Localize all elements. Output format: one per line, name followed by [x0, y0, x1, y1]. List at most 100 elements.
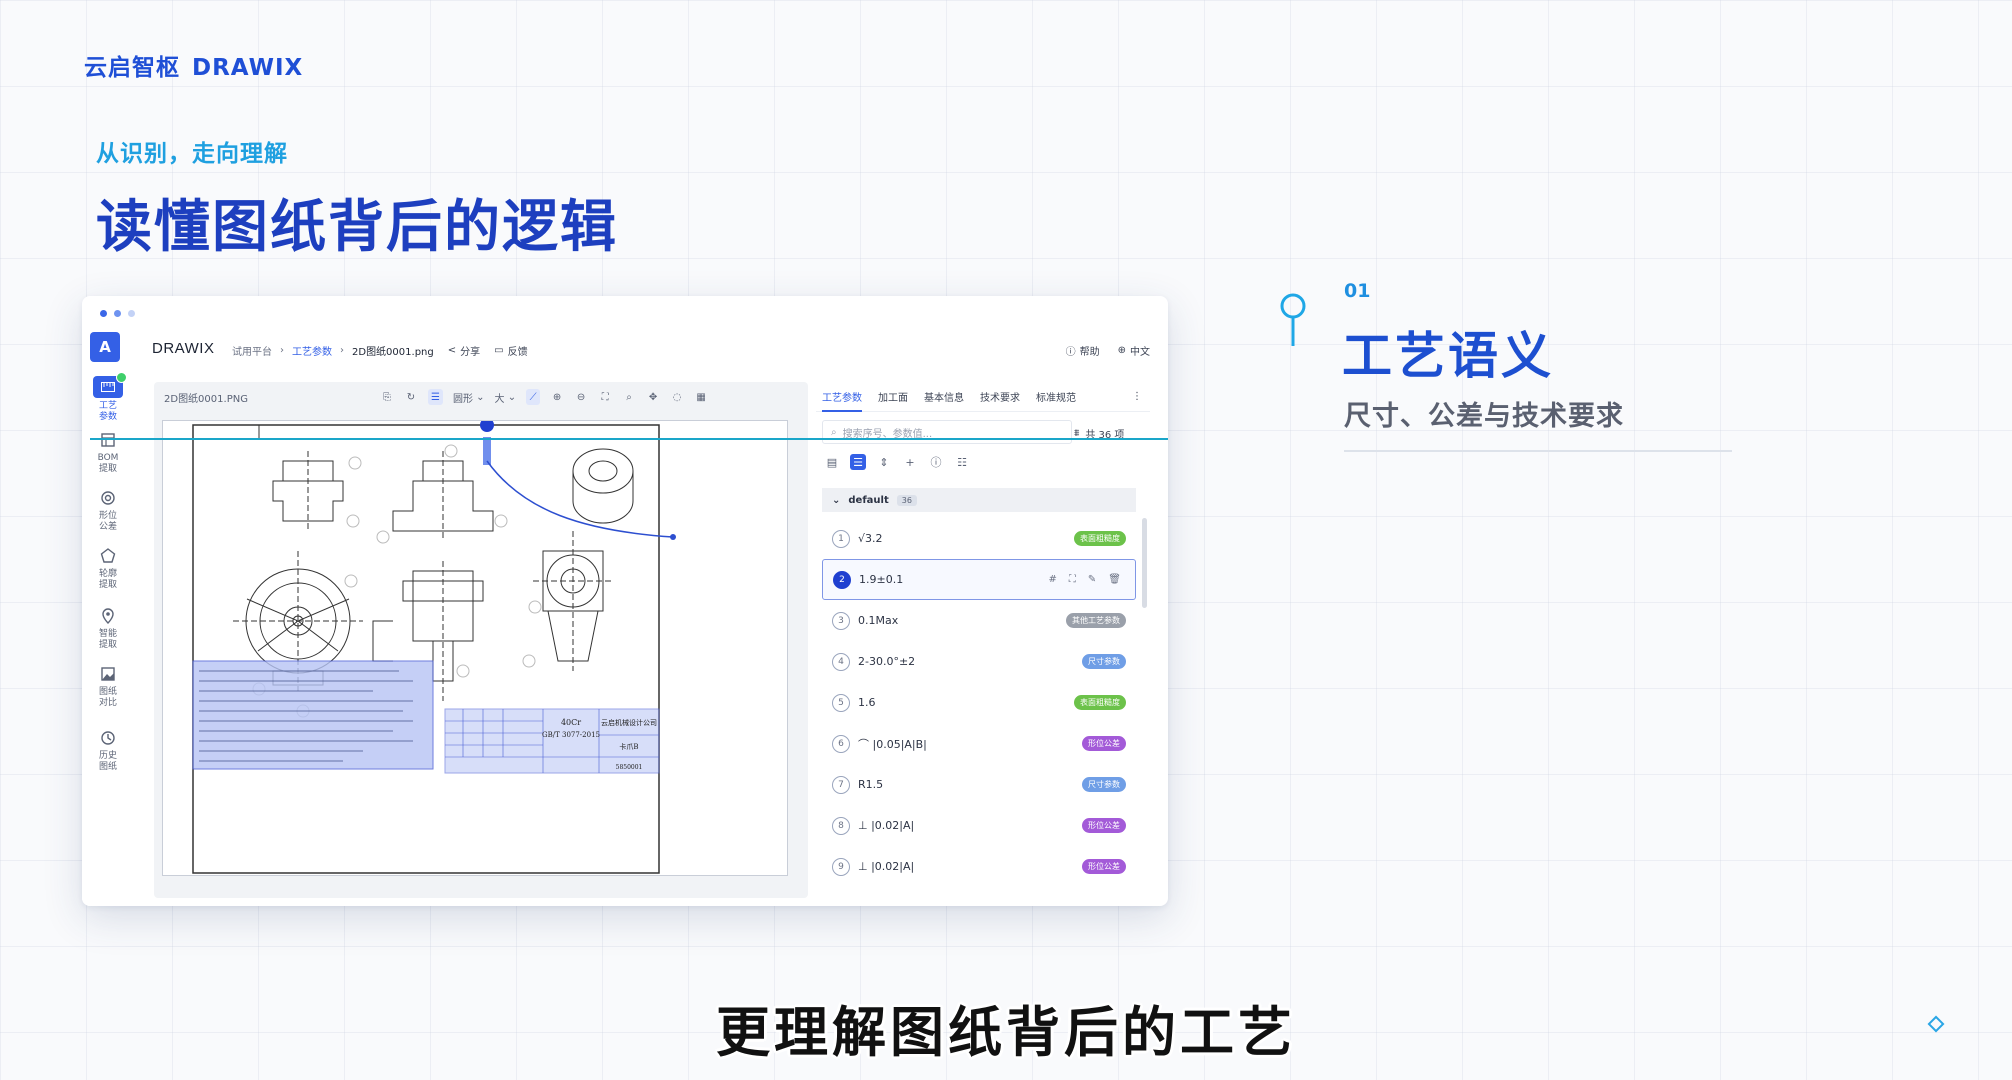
- list-item[interactable]: 9 ⊥ |0.02|A| 形位公差: [822, 846, 1136, 887]
- fit-icon[interactable]: ⛶: [598, 389, 612, 405]
- help-icon: ⓘ: [1065, 347, 1076, 358]
- sidebar-item-bom[interactable]: BOM 提取: [84, 430, 132, 475]
- list-item-selected[interactable]: 2 1.9±0.1 # ⛶ ✎ 🗑: [822, 559, 1136, 600]
- add-icon[interactable]: +: [902, 454, 918, 470]
- item-tag: 表面粗糙度: [1074, 531, 1126, 546]
- tab-standards[interactable]: 标准规范: [1036, 389, 1076, 404]
- brand-logo: 云启智枢 DRAWIX: [84, 48, 303, 82]
- sidebar-label-6a: 图纸: [98, 687, 117, 697]
- sidebar-label-3a: 形位: [98, 511, 117, 521]
- more-icon[interactable]: ⋮: [1132, 391, 1142, 402]
- tab-tech-requirements[interactable]: 技术要求: [980, 389, 1020, 404]
- tab-process-params[interactable]: 工艺参数: [822, 389, 862, 412]
- item-value: 0.1Max: [858, 614, 899, 627]
- item-value: R1.5: [858, 778, 884, 791]
- grid-icon[interactable]: ▦: [694, 389, 708, 405]
- zoom-out-icon[interactable]: ⊖: [574, 389, 588, 405]
- tab-basic-info[interactable]: 基本信息: [924, 389, 964, 404]
- feedback-icon: ▭: [494, 345, 504, 356]
- list-item[interactable]: 7 R1.5 尺寸参数: [822, 764, 1136, 805]
- list-item[interactable]: 4 2-30.0°±2 尺寸参数: [822, 641, 1136, 682]
- list-item[interactable]: 1 √3.2 表面粗糙度: [822, 518, 1136, 559]
- item-value: 1.9±0.1: [859, 573, 904, 586]
- list-view-icon[interactable]: ☰: [850, 454, 866, 470]
- breadcrumb-trial[interactable]: 试用平台: [232, 343, 272, 358]
- edit-icon[interactable]: ✎: [1088, 574, 1096, 585]
- list-item[interactable]: 5 1.6 表面粗糙度: [822, 682, 1136, 723]
- feedback-button[interactable]: ▭ 反馈: [494, 343, 527, 358]
- globe-icon: ⊕: [1117, 345, 1126, 356]
- item-value: ⊥ |0.02|A|: [858, 819, 915, 832]
- window-dots: [100, 310, 135, 317]
- item-value: 1.6: [858, 696, 876, 709]
- language-button[interactable]: ⊕ 中文: [1118, 343, 1150, 358]
- delete-icon[interactable]: 🗑: [1108, 574, 1121, 585]
- breadcrumb-process[interactable]: 工艺参数: [292, 343, 332, 358]
- collapse-icon[interactable]: ⇕: [876, 454, 892, 470]
- sidebar-item-compare[interactable]: 图纸 对比: [84, 664, 132, 709]
- list-item[interactable]: 3 0.1Max 其他工艺参数: [822, 600, 1136, 641]
- zoom-in-icon[interactable]: ⊕: [550, 389, 564, 405]
- sidebar-label-7a: 历史: [98, 751, 117, 761]
- language-label: 中文: [1130, 347, 1150, 358]
- list-view-icon[interactable]: ☰: [428, 389, 443, 405]
- group-header-default[interactable]: ⌄ default 36: [822, 488, 1136, 512]
- refresh-icon[interactable]: ↻: [404, 389, 418, 405]
- headline: 读懂图纸背后的逻辑: [96, 195, 618, 260]
- move-icon[interactable]: ✥: [646, 389, 660, 405]
- search-icon[interactable]: ⌕: [622, 389, 636, 405]
- list-item[interactable]: 6 ⌒ |0.05|A|B| 形位公差: [822, 723, 1136, 764]
- lasso-icon[interactable]: ◌: [670, 389, 684, 405]
- title-block-company: 云启机械设计公司: [601, 718, 657, 727]
- item-tag: 形位公差: [1082, 736, 1126, 751]
- shape-select[interactable]: 圆形 ⌄: [453, 389, 485, 405]
- item-number: 2: [833, 570, 851, 589]
- section-title: 工艺语义: [1342, 327, 1554, 385]
- title-block-drawing-no: 5850001: [616, 764, 643, 771]
- app-logo[interactable]: A: [90, 332, 120, 362]
- tab-machined-surface[interactable]: 加工面: [878, 389, 908, 404]
- list-item[interactable]: 8 ⊥ |0.02|A| 形位公差: [822, 805, 1136, 846]
- window-dot-2: [114, 310, 121, 317]
- hash-icon[interactable]: #: [1049, 574, 1057, 585]
- item-tag: 尺寸参数: [1082, 777, 1126, 792]
- table-icon: [101, 433, 115, 447]
- share-button[interactable]: < 分享: [448, 343, 480, 358]
- brand-cn: 云启智枢: [84, 55, 180, 81]
- item-number: 3: [832, 611, 850, 630]
- export-icon[interactable]: ⎘: [380, 389, 394, 405]
- title-block-material: 40Cr: [561, 718, 581, 727]
- checklist-icon[interactable]: ☷: [954, 454, 970, 470]
- item-tag: 形位公差: [1082, 859, 1126, 874]
- sidebar-item-tolerance[interactable]: 形位 公差: [84, 488, 132, 533]
- sidebar-label-1b: 参数: [98, 412, 117, 422]
- share-label: 分享: [460, 347, 481, 358]
- video-caption: 更理解图纸背后的工艺: [716, 1001, 1296, 1064]
- list-toolbar: ▤ ☰ ⇕ + ⓘ ☷: [824, 454, 970, 470]
- sidebar-item-process-params[interactable]: 工艺 参数: [84, 372, 132, 423]
- item-value: ⊥ |0.02|A|: [858, 860, 915, 873]
- shape-label: 圆形: [452, 393, 473, 405]
- sidebar-item-smart-extract[interactable]: 智能 提取: [84, 606, 132, 651]
- sidebar-item-contour[interactable]: 轮廓 提取: [84, 546, 132, 591]
- trend-icon[interactable]: ⟋: [526, 389, 541, 405]
- item-tag: 尺寸参数: [1082, 654, 1126, 669]
- drawing-file-name: 2D图纸0001.PNG: [164, 393, 248, 405]
- expand-icon[interactable]: ⛶: [1069, 574, 1076, 585]
- window-dot-3: [128, 310, 135, 317]
- info-icon[interactable]: ⓘ: [928, 454, 944, 470]
- help-button[interactable]: ⓘ 帮助: [1066, 343, 1100, 358]
- location-pin-icon: [102, 608, 114, 624]
- params-panel: 工艺参数 加工面 基本信息 技术要求 标准规范 ⋮ ⌕ 搜索序号、参数值... …: [816, 382, 1150, 898]
- drawing-sheet[interactable]: 40Cr GB/T 3077-2015 云启机械设计公司 卡爪B 5850001: [162, 418, 788, 876]
- highlight-guide-line: [90, 438, 1168, 440]
- param-search-input[interactable]: ⌕ 搜索序号、参数值...: [822, 420, 1072, 444]
- image-compare-icon: [101, 667, 115, 681]
- sidebar-label-6b: 对比: [98, 698, 117, 708]
- list-scrollbar[interactable]: [1142, 518, 1147, 608]
- tagline: 从识别，走向理解: [96, 141, 288, 167]
- sidebar-item-history[interactable]: 历史 图纸: [84, 728, 132, 773]
- split-view-icon[interactable]: ▤: [824, 454, 840, 470]
- size-select[interactable]: 大 ⌄: [495, 389, 517, 405]
- section-subtitle: 尺寸、公差与技术要求: [1344, 401, 1624, 432]
